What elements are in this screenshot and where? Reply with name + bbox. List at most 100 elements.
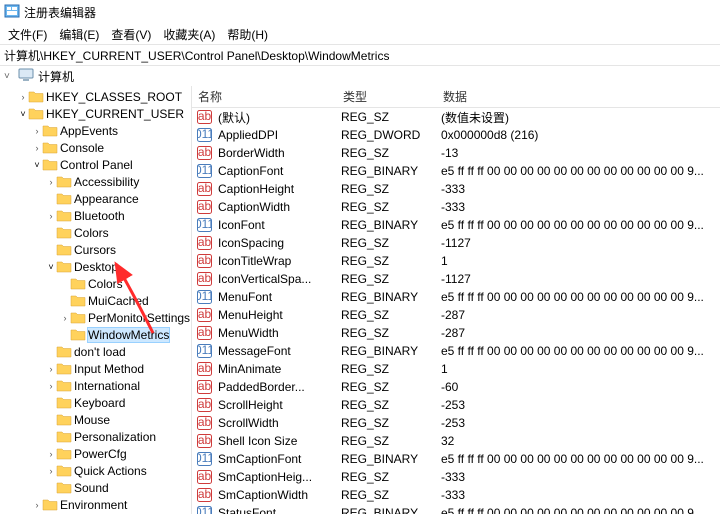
chevron-right-icon[interactable]: › xyxy=(46,177,56,187)
tree-item-label: Mouse xyxy=(74,413,110,427)
chevron-down-icon[interactable]: ˅ xyxy=(18,109,28,119)
tree-item[interactable]: › Quick Actions xyxy=(0,462,191,479)
menu-file[interactable]: 文件(F) xyxy=(4,26,51,43)
menu-view[interactable]: 查看(V) xyxy=(107,26,155,43)
chevron-right-icon[interactable]: › xyxy=(46,211,56,221)
tree-item[interactable]: Appearance xyxy=(0,190,191,207)
menu-edit[interactable]: 编辑(E) xyxy=(55,26,103,43)
grid-row[interactable]: ab(默认)REG_SZ(数值未设置) xyxy=(192,108,720,126)
grid-row[interactable]: abMenuHeightREG_SZ-287 xyxy=(192,306,720,324)
value-name: CaptionHeight xyxy=(212,182,335,196)
chevron-right-icon[interactable]: › xyxy=(46,466,56,476)
grid-row[interactable]: abIconTitleWrapREG_SZ1 xyxy=(192,252,720,270)
grid-row[interactable]: 011AppliedDPIREG_DWORD0x000000d8 (216) xyxy=(192,126,720,144)
chevron-right-icon[interactable]: › xyxy=(18,92,28,102)
col-type[interactable]: 类型 xyxy=(337,88,437,105)
tree-item[interactable]: ›International xyxy=(0,377,191,394)
grid-row[interactable]: abScrollWidthREG_SZ-253 xyxy=(192,414,720,432)
value-data: -333 xyxy=(435,182,720,196)
grid-row[interactable]: 011SmCaptionFontREG_BINARYe5 ff ff ff 00… xyxy=(192,450,720,468)
col-name[interactable]: 名称 xyxy=(192,88,337,105)
grid-row[interactable]: 011MenuFontREG_BINARYe5 ff ff ff 00 00 0… xyxy=(192,288,720,306)
binary-value-icon: 011 xyxy=(196,452,212,466)
tree-item[interactable]: ›PerMonitorSettings xyxy=(0,309,191,326)
tree-item[interactable]: ˅HKEY_CURRENT_USER xyxy=(0,105,191,122)
value-data: 32 xyxy=(435,434,720,448)
tree-item[interactable]: MuiCached xyxy=(0,292,191,309)
tree-item[interactable]: Colors xyxy=(0,275,191,292)
chevron-right-icon[interactable]: › xyxy=(60,313,70,323)
tree-item[interactable]: Colors xyxy=(0,224,191,241)
tree-item[interactable]: ›AppEvents xyxy=(0,122,191,139)
folder-icon xyxy=(56,396,72,410)
menu-help[interactable]: 帮助(H) xyxy=(223,26,272,43)
tree-item-label: Cursors xyxy=(74,243,116,257)
grid-row[interactable]: abMinAnimateREG_SZ1 xyxy=(192,360,720,378)
value-type: REG_BINARY xyxy=(335,506,435,514)
address-bar[interactable]: 计算机\HKEY_CURRENT_USER\Control Panel\Desk… xyxy=(0,44,720,66)
grid-row[interactable]: 011IconFontREG_BINARYe5 ff ff ff 00 00 0… xyxy=(192,216,720,234)
string-value-icon: ab xyxy=(196,488,212,502)
registry-tree[interactable]: ›HKEY_CLASSES_ROOT˅HKEY_CURRENT_USER›App… xyxy=(0,86,192,514)
tree-item[interactable]: ›Bluetooth xyxy=(0,207,191,224)
tree-item[interactable]: ›Environment xyxy=(0,496,191,513)
grid-row[interactable]: abSmCaptionWidthREG_SZ-333 xyxy=(192,486,720,504)
tree-item[interactable]: ›PowerCfg xyxy=(0,445,191,462)
tree-root-label: 计算机 xyxy=(38,68,74,85)
grid-row[interactable]: abIconSpacingREG_SZ-1127 xyxy=(192,234,720,252)
tree-item[interactable]: ›Input Method xyxy=(0,360,191,377)
chevron-right-icon[interactable]: › xyxy=(32,500,42,510)
binary-value-icon: 011 xyxy=(196,218,212,232)
svg-text:ab: ab xyxy=(197,398,211,411)
tree-item-label: Quick Actions xyxy=(74,464,147,478)
grid-row[interactable]: abScrollHeightREG_SZ-253 xyxy=(192,396,720,414)
tree-item[interactable]: don't load xyxy=(0,343,191,360)
chevron-down-icon[interactable]: ˅ xyxy=(32,160,42,170)
value-type: REG_SZ xyxy=(335,362,435,376)
grid-row[interactable]: abShell Icon SizeREG_SZ32 xyxy=(192,432,720,450)
tree-item[interactable]: Mouse xyxy=(0,411,191,428)
grid-row[interactable]: abMenuWidthREG_SZ-287 xyxy=(192,324,720,342)
chevron-right-icon[interactable]: › xyxy=(46,381,56,391)
chevron-right-icon[interactable]: › xyxy=(46,449,56,459)
tree-root[interactable]: ˅ 计算机 xyxy=(0,66,720,86)
col-data[interactable]: 数据 xyxy=(437,88,720,105)
value-type: REG_SZ xyxy=(335,236,435,250)
svg-text:ab: ab xyxy=(197,362,211,375)
value-data: 1 xyxy=(435,254,720,268)
tree-item[interactable]: ›HKEY_CLASSES_ROOT xyxy=(0,88,191,105)
grid-row[interactable]: abPaddedBorder...REG_SZ-60 xyxy=(192,378,720,396)
value-type: REG_BINARY xyxy=(335,290,435,304)
string-value-icon: ab xyxy=(196,416,212,430)
svg-text:ab: ab xyxy=(197,380,211,393)
chevron-right-icon[interactable]: › xyxy=(32,143,42,153)
chevron-right-icon[interactable]: › xyxy=(32,126,42,136)
tree-item[interactable]: ›Accessibility xyxy=(0,173,191,190)
grid-row[interactable]: abCaptionHeightREG_SZ-333 xyxy=(192,180,720,198)
tree-item[interactable]: ›Console xyxy=(0,139,191,156)
tree-item[interactable]: Personalization xyxy=(0,428,191,445)
tree-item[interactable]: Keyboard xyxy=(0,394,191,411)
grid-row[interactable]: 011CaptionFontREG_BINARYe5 ff ff ff 00 0… xyxy=(192,162,720,180)
tree-item[interactable]: Cursors xyxy=(0,241,191,258)
folder-icon xyxy=(70,277,86,291)
chevron-down-icon[interactable]: ˅ xyxy=(4,71,14,82)
folder-icon xyxy=(56,413,72,427)
grid-row[interactable]: abBorderWidthREG_SZ-13 xyxy=(192,144,720,162)
value-name: PaddedBorder... xyxy=(212,380,335,394)
grid-row[interactable]: 011StatusFontREG_BINARYe5 ff ff ff 00 00… xyxy=(192,504,720,514)
grid-row[interactable]: abIconVerticalSpa...REG_SZ-1127 xyxy=(192,270,720,288)
grid-row[interactable]: abCaptionWidthREG_SZ-333 xyxy=(192,198,720,216)
grid-row[interactable]: 011MessageFontREG_BINARYe5 ff ff ff 00 0… xyxy=(192,342,720,360)
chevron-right-icon[interactable]: › xyxy=(46,364,56,374)
chevron-down-icon[interactable]: ˅ xyxy=(46,262,56,272)
tree-item[interactable]: ˅Control Panel xyxy=(0,156,191,173)
value-type: REG_SZ xyxy=(335,200,435,214)
grid-row[interactable]: abSmCaptionHeig...REG_SZ-333 xyxy=(192,468,720,486)
tree-item[interactable]: WindowMetrics xyxy=(0,326,191,343)
menu-favorites[interactable]: 收藏夹(A) xyxy=(159,26,219,43)
tree-item[interactable]: Sound xyxy=(0,479,191,496)
tree-item[interactable]: ˅Desktop xyxy=(0,258,191,275)
string-value-icon: ab xyxy=(196,326,212,340)
folder-icon xyxy=(56,226,72,240)
